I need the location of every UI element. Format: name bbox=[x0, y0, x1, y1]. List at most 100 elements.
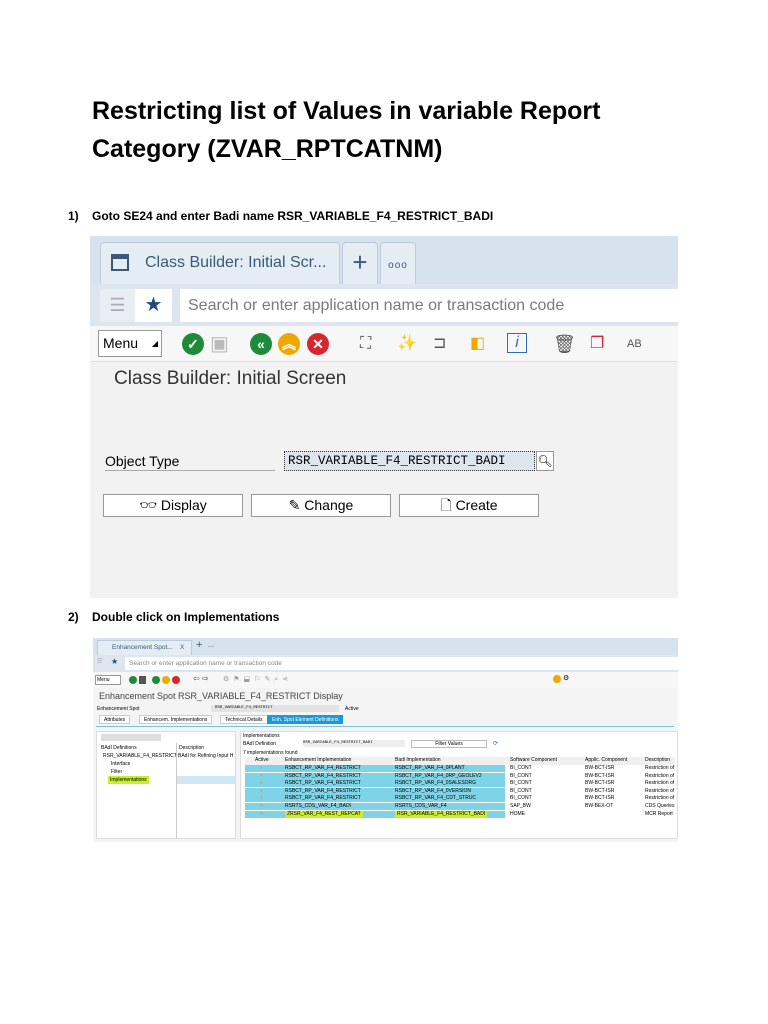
menu-label: Menu bbox=[103, 335, 139, 351]
column-header[interactable]: Description bbox=[645, 757, 670, 765]
tab-label: Enhancement Spot... bbox=[112, 644, 173, 651]
refresh-icon[interactable]: ⟳ bbox=[493, 740, 498, 747]
table-cell: RSBCT_RP_VAR_F4_RESTRICT bbox=[285, 787, 361, 794]
badi-definition-field: RSR_VARIABLE_F4_RESTRICT_BADI bbox=[303, 740, 405, 747]
enter-check-icon[interactable] bbox=[129, 676, 137, 684]
save-icon[interactable]: ▣ bbox=[210, 333, 229, 355]
table-cell: RSBCT_RP_VAR_F4_0PLANT bbox=[395, 765, 465, 771]
navigation-arrows-icon[interactable]: ⇦ ⇨ bbox=[193, 674, 209, 683]
create-label: Create bbox=[455, 497, 498, 513]
list-icon[interactable]: ☰ bbox=[97, 658, 102, 665]
document-title-line-1: Restricting list of Values in variable R… bbox=[92, 97, 601, 125]
add-tab-button[interactable]: + bbox=[196, 639, 202, 651]
transaction-search-input[interactable]: Search or enter application name or tran… bbox=[180, 289, 678, 322]
cancel-icon[interactable]: ✕ bbox=[307, 333, 329, 355]
help-icon[interactable] bbox=[553, 675, 561, 683]
more-tabs-button[interactable]: ooo bbox=[380, 242, 416, 284]
table-row[interactable]: ♦ RSRTS_CDS_VAR_F4_BADI RSRTS_CDS_VAR_F4 SA… bbox=[245, 803, 675, 811]
step-text: Goto SE24 and enter Badi name RSR_VARIAB… bbox=[92, 209, 494, 223]
magic-wand-icon[interactable]: ✨ bbox=[397, 333, 417, 355]
table-cell: SAP_BW bbox=[510, 803, 531, 809]
table-cell: MCR Report bbox=[645, 810, 673, 817]
tab-attributes[interactable]: Attributes bbox=[99, 715, 131, 724]
table-cell: Restriction of bbox=[645, 772, 675, 779]
delete-icon[interactable]: 🗑 bbox=[553, 333, 576, 355]
table-row[interactable]: ♦ RSBCT_RP_VAR_F4_RESTRICT RSBCT_RP_VAR_F4… bbox=[245, 780, 675, 788]
navigate-icon[interactable]: ◧ bbox=[470, 333, 485, 355]
back-icon[interactable]: « bbox=[250, 333, 272, 355]
add-tab-button[interactable]: + bbox=[342, 242, 378, 284]
glasses-icon: 👓︎ bbox=[139, 497, 161, 513]
save-icon[interactable] bbox=[139, 676, 146, 684]
tab-enhancement-implementations[interactable]: Enhancem. Implementations bbox=[139, 715, 213, 724]
status-text: Active bbox=[345, 706, 359, 712]
column-divider bbox=[176, 743, 177, 839]
tree-node-implementations[interactable]: Implementations bbox=[108, 776, 149, 784]
object-type-input[interactable]: RSR_VARIABLE_F4_RESTRICT_BADI bbox=[284, 451, 535, 471]
back-icon[interactable] bbox=[152, 676, 160, 684]
info-icon[interactable]: i bbox=[507, 333, 527, 353]
table-cell: BW-BCT-ISR bbox=[585, 795, 615, 802]
table-cell: RSBCT_RP_VAR_F4_CDT_STRUC bbox=[395, 795, 477, 802]
filter-values-button[interactable]: Filter Values bbox=[411, 740, 487, 748]
exit-icon[interactable]: ︽ bbox=[278, 333, 300, 355]
tree-column-badi-definitions: BAdI Definitions bbox=[101, 745, 137, 751]
badi-tree-pane: BAdI Definitions Description RSR_VARIABL… bbox=[96, 731, 236, 839]
tree-node-filter[interactable]: Filter bbox=[111, 769, 122, 775]
change-button[interactable]: ✎ Change bbox=[251, 494, 391, 517]
column-header[interactable]: Active bbox=[255, 757, 269, 765]
menu-dropdown[interactable]: Menu bbox=[95, 675, 121, 685]
close-tab-icon[interactable]: X bbox=[180, 641, 184, 655]
table-cell: RSBCT_RP_VAR_F4_RESTRICT bbox=[285, 772, 361, 779]
value-help-search-icon[interactable]: 🔍︎ bbox=[536, 451, 554, 471]
settings-icon[interactable]: ⚙ bbox=[563, 674, 569, 682]
tab-bar: Class Builder: Initial Scr... + ooo bbox=[90, 236, 678, 284]
tree-node-interface[interactable]: Interface bbox=[111, 761, 130, 767]
table-cell: BI_CONT bbox=[510, 765, 532, 771]
exit-icon[interactable] bbox=[162, 676, 170, 684]
enter-check-icon[interactable]: ✓ bbox=[182, 333, 204, 355]
column-header[interactable]: Applic. Component bbox=[585, 757, 627, 765]
cancel-icon[interactable] bbox=[172, 676, 180, 684]
tree-node-root[interactable]: RSR_VARIABLE_F4_RESTRICT_BADI bbox=[103, 753, 176, 759]
table-row[interactable]: ♦ RSBCT_RP_VAR_F4_RESTRICT RSBCT_RP_VAR_F4… bbox=[245, 765, 675, 773]
create-button[interactable]: 🗋 Create bbox=[399, 494, 539, 517]
toolbar-icons[interactable]: ⚙⚑⬓⚐✎⌕⋖ bbox=[223, 675, 292, 684]
transaction-search-input[interactable]: Search or enter application name or tran… bbox=[125, 657, 678, 670]
document-icon: 🗋 bbox=[440, 497, 456, 513]
table-row[interactable]: ♦ RSBCT_RP_VAR_F4_RESTRICT RSBCT_RP_VAR_F4… bbox=[245, 795, 675, 803]
active-lamp-icon: ♦ bbox=[260, 765, 263, 771]
menu-dropdown[interactable]: Menu ◢ bbox=[98, 330, 162, 357]
display-button[interactable]: 👓︎ Display bbox=[103, 494, 243, 517]
tab-enh-spot-element-definitions[interactable]: Enh. Spot Element Definitions bbox=[267, 715, 344, 724]
column-header[interactable]: Enhancement Implementation bbox=[285, 757, 351, 765]
table-cell: RSRTS_CDS_VAR_F4_BADI bbox=[285, 803, 351, 809]
table-cell: BW-BEX-OT bbox=[585, 803, 614, 809]
more-tabs-button[interactable]: ... bbox=[208, 642, 214, 649]
copy-icon[interactable]: ❐ bbox=[590, 333, 604, 355]
rename-icon[interactable]: AB bbox=[627, 333, 642, 355]
column-header[interactable]: Badi Implementation bbox=[395, 757, 441, 765]
tab-enhancement-spot[interactable]: Enhancement Spot... X bbox=[97, 640, 192, 655]
list-icon[interactable]: ☰ bbox=[100, 289, 135, 322]
table-cell: RSBCT_RP_VAR_F4_0VERSION bbox=[395, 787, 472, 794]
where-used-icon[interactable]: ⊐ bbox=[433, 333, 446, 355]
table-cell: RSRTS_CDS_VAR_F4 bbox=[395, 803, 447, 809]
row-highlight bbox=[245, 803, 505, 810]
tab-bar: Enhancement Spot... X + ... bbox=[93, 638, 678, 655]
tab-class-builder[interactable]: Class Builder: Initial Scr... bbox=[100, 242, 340, 284]
favorites-star-icon[interactable]: ★ bbox=[111, 657, 118, 666]
table-cell: Restriction of bbox=[645, 780, 675, 787]
table-cell: Restriction of bbox=[645, 765, 675, 771]
table-row[interactable]: ♦ RSBCT_RP_VAR_F4_RESTRICT RSBCT_RP_VAR_F4… bbox=[245, 787, 675, 796]
display-label: Display bbox=[160, 497, 207, 513]
tab-technical-details[interactable]: Technical Details bbox=[220, 715, 268, 724]
hierarchy-icon[interactable]: ⛶ bbox=[360, 333, 371, 355]
toolbar: Menu ◢ ✓ ▣ « ︽ ✕ ⛶ ✨ ⊐ ◧ i 🗑 ❐ AB bbox=[90, 326, 678, 362]
column-header[interactable]: Software Component bbox=[510, 757, 557, 765]
table-header: Active Enhancement Implementation Badi Imp… bbox=[245, 757, 675, 765]
table-row[interactable]: ♦ ZRSR_VAR_F4_REST_REPCAT RSR_VARIABLE_F4_… bbox=[245, 810, 675, 819]
table-cell: RSBCT_RP_VAR_F4_0RP_GEOLEV2 bbox=[395, 772, 482, 779]
table-row[interactable]: ♦ RSBCT_RP_VAR_F4_RESTRICT RSBCT_RP_VAR_F4… bbox=[245, 772, 675, 781]
favorites-star-icon[interactable]: ★ bbox=[135, 289, 172, 322]
